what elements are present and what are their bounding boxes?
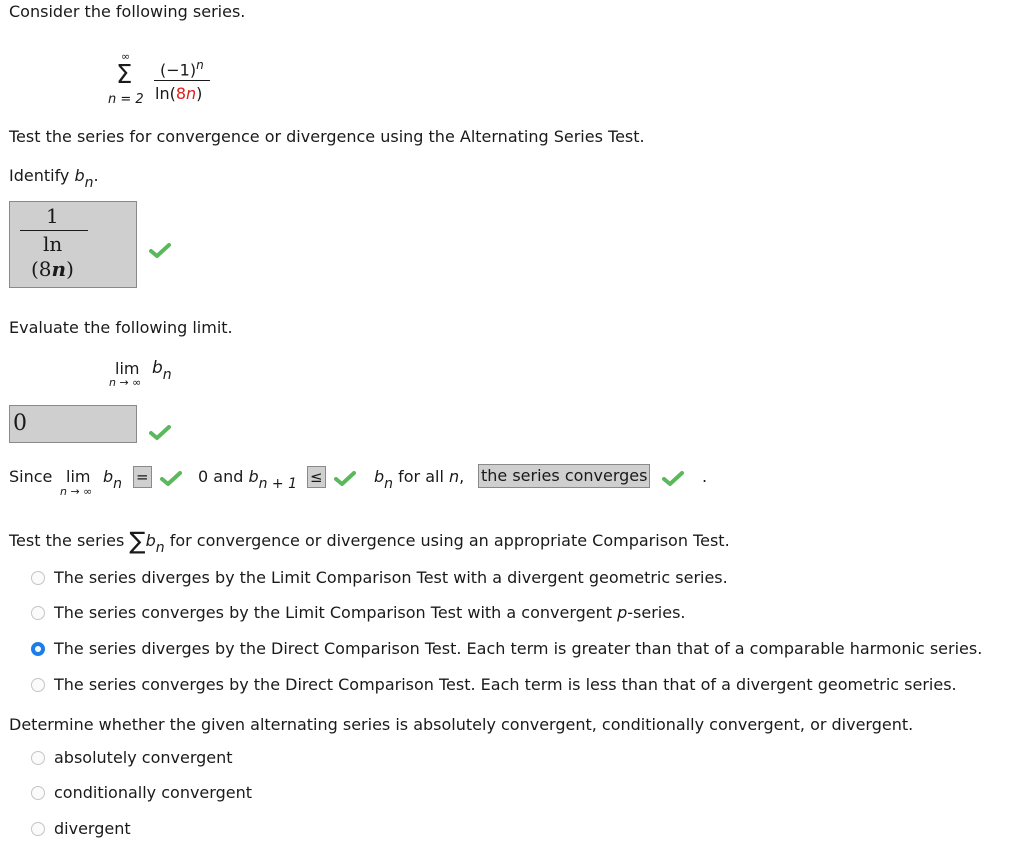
bn-answer-box[interactable]: 1 ln (8n): [9, 201, 137, 288]
limit-label: Evaluate the following limit.: [9, 318, 233, 337]
limit-answer-box[interactable]: 0: [9, 405, 137, 443]
relation-select-2[interactable]: ≤: [307, 466, 326, 488]
since-n: n: [448, 467, 460, 486]
identify-period: .: [93, 166, 99, 185]
fraction-bar: [154, 80, 210, 81]
lim-var: b: [152, 358, 163, 378]
den-prefix: ln(: [155, 84, 176, 103]
limit-answer-value: 0: [13, 411, 27, 436]
since-for-all: for all: [393, 467, 449, 486]
series-numerator: (−1)n: [160, 58, 204, 79]
since-mid-text: 0 and: [198, 467, 249, 486]
comparison-sigma: ∑: [129, 527, 146, 555]
comparison-radio-1[interactable]: [31, 571, 45, 585]
classification-radio-1[interactable]: [31, 751, 45, 765]
since-tail: bn for all n,: [374, 467, 464, 492]
conclusion-select-value[interactable]: the series converges: [478, 464, 651, 488]
den-var: n: [186, 84, 197, 103]
bn-den-line2: (8n): [31, 257, 74, 281]
bn-numerator: 1: [46, 204, 59, 228]
comparison-radio-3-selected[interactable]: [31, 642, 45, 656]
relation-select-1[interactable]: =: [133, 466, 152, 488]
since-lim-subscript: n → ∞: [60, 485, 93, 498]
comparison-radio-4[interactable]: [31, 678, 45, 692]
check-icon: [662, 470, 684, 486]
comparison-prefix: Test the series: [9, 531, 130, 550]
check-icon: [334, 470, 356, 486]
comparison-question: Test the series ∑bn for convergence or d…: [9, 527, 730, 556]
classification-option-3[interactable]: divergent: [54, 819, 131, 838]
den-highlight: 8: [175, 84, 187, 103]
classification-radio-2[interactable]: [31, 786, 45, 800]
classification-option-2[interactable]: conditionally convergent: [54, 783, 252, 802]
since-mid: 0 and bn + 1: [198, 467, 297, 492]
since-bn: bn: [103, 467, 122, 492]
since-var2: b: [248, 467, 259, 486]
identify-label: Identify bn.: [9, 166, 99, 191]
since-var-sub: n: [113, 476, 123, 492]
since-var: b: [103, 467, 114, 486]
den-suffix: ): [196, 84, 203, 103]
comparison-option-2[interactable]: The series converges by the Limit Compar…: [54, 603, 686, 622]
numerator-base: (−1): [160, 60, 197, 80]
intro-text: Consider the following series.: [9, 2, 246, 21]
numerator-exponent: n: [196, 58, 204, 72]
lim-subscript: n → ∞: [109, 376, 142, 389]
since-var3: b: [374, 467, 385, 486]
comparison-option-4[interactable]: The series converges by the Direct Compa…: [54, 675, 957, 694]
option-2-post: -series.: [627, 603, 686, 622]
bn-den-line1: ln: [43, 232, 63, 256]
series-denominator: ln(8n): [155, 84, 202, 103]
check-icon: [160, 470, 182, 486]
sigma-symbol: Σ: [116, 60, 133, 90]
comparison-var-sub: n: [155, 540, 165, 556]
identify-var: b: [74, 166, 85, 185]
since-word: Since: [9, 467, 53, 486]
instruction-text: Test the series for convergence or diver…: [9, 127, 645, 146]
bn-den-open: (8: [31, 257, 52, 281]
bn-den-close: ): [66, 257, 74, 281]
classification-option-1[interactable]: absolutely convergent: [54, 748, 233, 767]
since-period: .: [702, 467, 708, 486]
since-var2-sub: n + 1: [258, 476, 298, 492]
check-icon: [149, 242, 171, 258]
comparison-suffix: for convergence or divergence using an a…: [164, 531, 730, 550]
option-2-pre: The series converges by the Limit Compar…: [54, 603, 618, 622]
bn-den-var: n: [51, 257, 67, 281]
bn-fraction-bar: [20, 230, 88, 231]
since-var3-sub: n: [384, 476, 394, 492]
lim-expression: bn: [152, 358, 172, 383]
classification-question: Determine whether the given alternating …: [9, 715, 914, 734]
lim-var-sub: n: [162, 367, 172, 383]
relation-select-2-value[interactable]: ≤: [307, 466, 326, 488]
comparison-radio-2[interactable]: [31, 606, 45, 620]
check-icon: [149, 424, 171, 440]
sum-lower-limit: n = 2: [108, 92, 144, 107]
identify-sub: n: [84, 175, 94, 191]
classification-radio-3[interactable]: [31, 822, 45, 836]
since-comma: ,: [459, 467, 465, 486]
comparison-option-1[interactable]: The series diverges by the Limit Compari…: [54, 568, 728, 587]
identify-text: Identify: [9, 166, 75, 185]
conclusion-select[interactable]: the series converges: [478, 464, 651, 488]
option-2-p: p: [617, 603, 628, 622]
comparison-var: b: [145, 531, 156, 550]
since-lim-word: lim: [66, 467, 91, 486]
relation-select-1-value[interactable]: =: [133, 466, 152, 488]
comparison-option-3[interactable]: The series diverges by the Direct Compar…: [54, 639, 982, 658]
